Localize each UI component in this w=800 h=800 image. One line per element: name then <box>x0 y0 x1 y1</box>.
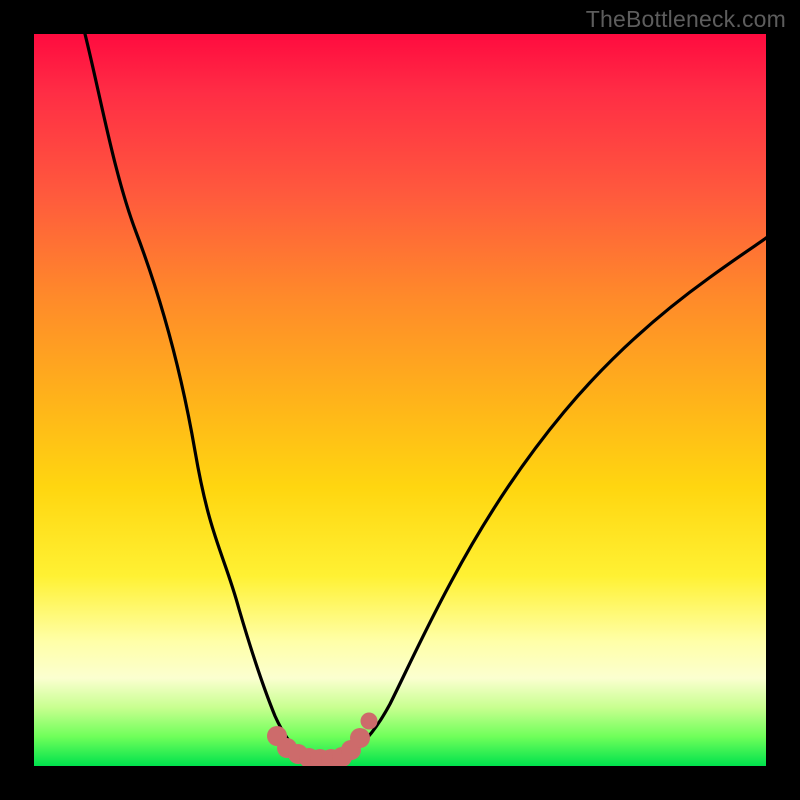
chart-frame: TheBottleneck.com <box>0 0 800 800</box>
watermark-text: TheBottleneck.com <box>586 6 786 33</box>
bottleneck-curve <box>85 34 766 758</box>
bottleneck-curve-svg <box>34 34 766 766</box>
optimal-region-markers <box>267 713 378 767</box>
plot-area <box>34 34 766 766</box>
